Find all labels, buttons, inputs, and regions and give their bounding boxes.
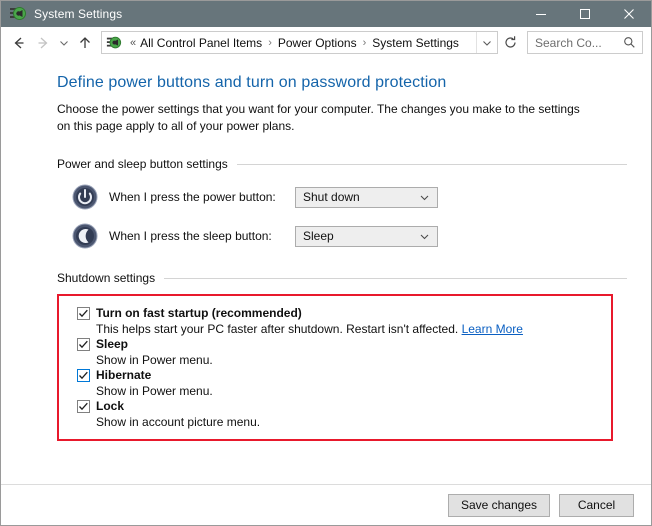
sleep-label: Sleep <box>96 337 128 351</box>
page-description: Choose the power settings that you want … <box>57 101 587 135</box>
sleep-description: Show in Power menu. <box>59 353 611 367</box>
section-divider <box>164 278 627 279</box>
fast-startup-description: This helps start your PC faster after sh… <box>59 322 611 336</box>
window-controls <box>519 1 651 27</box>
power-button-setting-row: When I press the power button: Shut down <box>57 184 627 210</box>
refresh-icon[interactable] <box>499 31 521 54</box>
system-settings-window: System Settings <box>0 0 652 526</box>
save-changes-button[interactable]: Save changes <box>448 494 550 517</box>
up-button[interactable] <box>73 31 97 55</box>
lock-checkbox[interactable] <box>77 400 90 413</box>
forward-button <box>31 31 55 55</box>
lock-description: Show in account picture menu. <box>59 415 611 429</box>
maximize-button[interactable] <box>563 1 607 27</box>
address-bar: « All Control Panel Items › Power Option… <box>1 27 651 58</box>
power-sleep-section-header: Power and sleep button settings <box>57 157 627 171</box>
fast-startup-checkbox[interactable] <box>77 307 90 320</box>
control-panel-shield-icon <box>9 5 27 23</box>
title-bar: System Settings <box>1 1 651 27</box>
shutdown-settings-section: Shutdown settings Turn on fast startup (… <box>57 271 627 441</box>
close-button[interactable] <box>607 1 651 27</box>
chevron-down-icon <box>419 231 430 242</box>
sleep-button-setting-row: When I press the sleep button: Sleep <box>57 223 627 249</box>
breadcrumb-bar[interactable]: « All Control Panel Items › Power Option… <box>101 31 498 54</box>
search-icon[interactable] <box>623 36 636 49</box>
minimize-button[interactable] <box>519 1 563 27</box>
shutdown-settings-highlight-box: Turn on fast startup (recommended) This … <box>57 294 613 441</box>
control-panel-shield-icon <box>106 35 122 51</box>
breadcrumb-item-all-control-panel-items[interactable]: All Control Panel Items <box>140 36 262 50</box>
breadcrumb-separator-icon: › <box>268 37 272 49</box>
footer-actions: Save changes Cancel <box>1 485 651 525</box>
lock-row[interactable]: Lock <box>59 399 611 413</box>
cancel-button[interactable]: Cancel <box>559 494 634 517</box>
sleep-button-action-select[interactable]: Sleep <box>295 226 438 247</box>
search-placeholder: Search Co... <box>535 36 623 50</box>
hibernate-label: Hibernate <box>96 368 151 382</box>
hibernate-description: Show in Power menu. <box>59 384 611 398</box>
window-title: System Settings <box>34 7 519 21</box>
page-title: Define power buttons and turn on passwor… <box>57 74 627 92</box>
back-button[interactable] <box>7 31 31 55</box>
power-button-action-value: Shut down <box>303 190 419 204</box>
sleep-button-setting-label: When I press the sleep button: <box>109 229 295 243</box>
chevron-down-icon <box>419 192 430 203</box>
learn-more-link[interactable]: Learn More <box>462 322 523 336</box>
fast-startup-label: Turn on fast startup (recommended) <box>96 306 302 320</box>
sleep-checkbox[interactable] <box>77 338 90 351</box>
lock-label: Lock <box>96 399 124 413</box>
power-button-icon <box>72 184 98 210</box>
breadcrumb-item-power-options[interactable]: Power Options <box>278 36 357 50</box>
sleep-button-action-value: Sleep <box>303 229 419 243</box>
hibernate-checkbox[interactable] <box>77 369 90 382</box>
power-button-action-select[interactable]: Shut down <box>295 187 438 208</box>
breadcrumb-separator-icon: › <box>363 37 367 49</box>
power-sleep-section: Power and sleep button settings When I p… <box>57 157 627 249</box>
hibernate-row[interactable]: Hibernate <box>59 368 611 382</box>
fast-startup-description-text: This helps start your PC faster after sh… <box>96 322 458 336</box>
shutdown-settings-section-label: Shutdown settings <box>57 271 164 285</box>
main-content: Define power buttons and turn on passwor… <box>1 58 651 484</box>
shutdown-settings-section-header: Shutdown settings <box>57 271 627 285</box>
sleep-moon-icon <box>72 223 98 249</box>
search-input[interactable]: Search Co... <box>527 31 643 54</box>
power-button-setting-label: When I press the power button: <box>109 190 295 204</box>
power-sleep-section-label: Power and sleep button settings <box>57 157 237 171</box>
breadcrumb-overflow[interactable]: « <box>130 37 136 49</box>
sleep-row[interactable]: Sleep <box>59 337 611 351</box>
fast-startup-row[interactable]: Turn on fast startup (recommended) <box>59 306 611 320</box>
breadcrumb-chevron-down-icon[interactable] <box>476 32 497 53</box>
recent-locations-chevron-down-icon[interactable] <box>55 31 73 55</box>
breadcrumb-item-system-settings[interactable]: System Settings <box>372 36 459 50</box>
section-divider <box>237 164 627 165</box>
